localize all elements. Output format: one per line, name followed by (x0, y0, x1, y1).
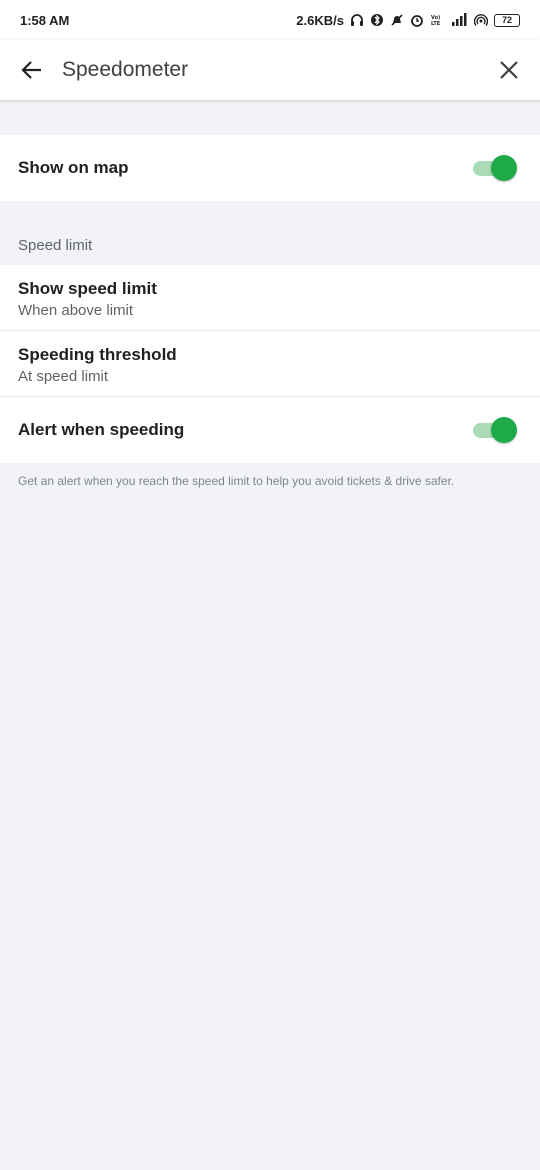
hotspot-icon (474, 13, 488, 27)
speeding-threshold-label: Speeding threshold (18, 345, 177, 364)
app-bar: Speedometer (0, 40, 540, 100)
toggle-thumb (491, 417, 517, 443)
page-title: Speedometer (62, 58, 189, 81)
show-on-map-section: Show on map (0, 135, 540, 201)
show-on-map-label: Show on map (18, 158, 129, 177)
alert-description: Get an alert when you reach the speed li… (18, 474, 455, 488)
speeding-threshold-row[interactable]: Speeding threshold At speed limit (0, 331, 540, 397)
speed-limit-section: Show speed limit When above limit Speedi… (0, 265, 540, 463)
network-speed: 2.6KB/s (296, 12, 344, 28)
show-speed-limit-value: When above limit (18, 302, 134, 319)
show-on-map-toggle[interactable] (473, 155, 517, 181)
signal-icon (450, 13, 468, 27)
headphones-icon (350, 13, 364, 27)
battery-icon: 72 (494, 13, 520, 27)
volte-icon: Vo) LTE (430, 13, 444, 27)
alert-when-speeding-row[interactable]: Alert when speeding (0, 397, 540, 463)
alarm-icon (410, 13, 424, 27)
arrow-back-icon (21, 61, 41, 79)
bluetooth-icon (370, 13, 384, 27)
svg-text:LTE: LTE (431, 21, 441, 27)
show-on-map-row[interactable]: Show on map (0, 135, 540, 201)
status-time: 1:58 AM (20, 12, 70, 28)
status-icons: 2.6KB/s Vo) LTE 72 (296, 13, 520, 28)
show-speed-limit-row[interactable]: Show speed limit When above limit (0, 265, 540, 331)
speed-limit-header: Speed limit (18, 237, 93, 254)
mute-icon (390, 13, 404, 27)
back-button[interactable] (16, 54, 48, 86)
alert-when-speeding-label: Alert when speeding (18, 420, 185, 439)
battery-level: 72 (501, 15, 512, 25)
alert-when-speeding-toggle[interactable] (473, 417, 517, 443)
toggle-thumb (491, 155, 517, 181)
close-button[interactable] (493, 54, 525, 86)
close-icon (500, 61, 518, 79)
status-bar: 1:58 AM 2.6KB/s Vo) LTE 72 (0, 0, 540, 40)
speeding-threshold-value: At speed limit (18, 368, 109, 385)
show-speed-limit-label: Show speed limit (18, 279, 157, 298)
